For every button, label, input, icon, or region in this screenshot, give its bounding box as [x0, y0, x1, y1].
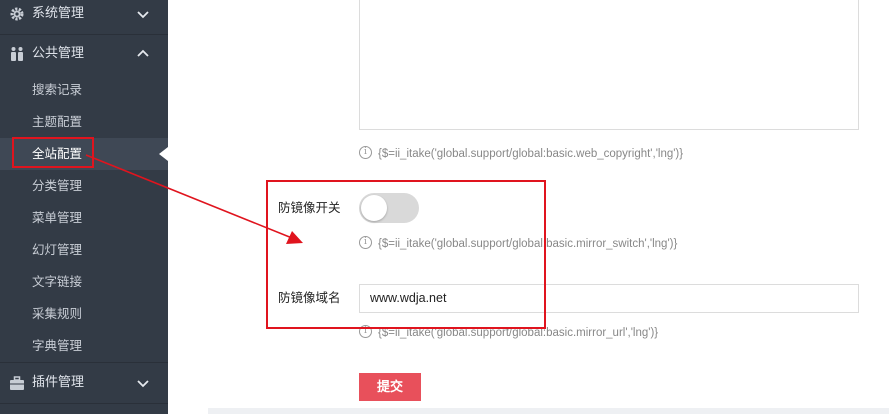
- sidebar-group-label: 插件管理: [32, 375, 85, 390]
- mirror-switch-label: 防镜像开关: [278, 200, 341, 215]
- sidebar-group-label: 系统管理: [32, 6, 85, 21]
- copyright-hint: i {$=ii_itake('global.support/global:basi…: [359, 145, 683, 161]
- active-indicator: [159, 147, 168, 161]
- sidebar-item-category[interactable]: 分类管理: [0, 170, 168, 202]
- sidebar-item-label: 采集规则: [32, 306, 83, 321]
- main-content: i {$=ii_itake('global.support/global:basi…: [168, 0, 889, 414]
- sidebar-item-label: 字典管理: [32, 338, 83, 353]
- chevron-down-icon: [137, 380, 149, 388]
- gear-icon: [10, 7, 24, 21]
- sidebar-item-label: 搜索记录: [32, 82, 83, 97]
- mirror-switch-hint: i {$=ii_itake('global.support/global:basi…: [359, 235, 677, 251]
- sidebar-item-label: 菜单管理: [32, 210, 83, 225]
- sidebar-group-system[interactable]: 系统管理: [0, 0, 168, 35]
- sidebar-group-public[interactable]: 公共管理: [0, 33, 168, 75]
- sidebar-item-theme-config[interactable]: 主题配置: [0, 106, 168, 138]
- info-icon: i: [359, 325, 372, 338]
- hint-text: {$=ii_itake('global.support/global:basic…: [378, 238, 678, 250]
- sidebar-item-menu[interactable]: 菜单管理: [0, 202, 168, 234]
- sidebar: 系统管理 公共管理 搜索记录 主题配置 全站配置 分类管理 菜单管理 幻灯管理 …: [0, 0, 168, 414]
- footer-bar: [208, 408, 889, 414]
- sidebar-item-collect-rules[interactable]: 采集规则: [0, 298, 168, 330]
- sidebar-item-text-links[interactable]: 文字链接: [0, 266, 168, 298]
- chevron-up-icon: [137, 49, 149, 57]
- sidebar-item-site-config[interactable]: 全站配置: [0, 138, 168, 170]
- info-icon: i: [359, 146, 372, 159]
- sidebar-group-plugins[interactable]: 插件管理: [0, 362, 168, 404]
- mirror-url-label: 防镜像域名: [278, 290, 341, 305]
- people-icon: [11, 47, 23, 61]
- sidebar-item-dictionary[interactable]: 字典管理: [0, 330, 168, 362]
- sidebar-divider: [0, 403, 168, 404]
- sidebar-group-label: 公共管理: [32, 46, 85, 61]
- mirror-switch-toggle[interactable]: [359, 193, 419, 223]
- sidebar-item-label: 全站配置: [32, 146, 83, 161]
- hint-text: {$=ii_itake('global.support/global:basic…: [378, 148, 684, 160]
- sidebar-item-label: 分类管理: [32, 178, 83, 193]
- sidebar-item-label: 主题配置: [32, 114, 83, 129]
- sidebar-item-search-records[interactable]: 搜索记录: [0, 74, 168, 106]
- sidebar-item-label: 幻灯管理: [32, 242, 83, 257]
- toggle-knob: [361, 195, 387, 221]
- mirror-url-input[interactable]: www.wdja.net: [359, 284, 859, 313]
- sidebar-item-label: 文字链接: [32, 274, 83, 289]
- mirror-url-hint: i {$=ii_itake('global.support/global:basi…: [359, 324, 658, 340]
- briefcase-icon: [10, 376, 24, 390]
- submit-button[interactable]: 提交: [359, 373, 421, 401]
- hint-text: {$=ii_itake('global.support/global:basic…: [378, 327, 659, 339]
- info-icon: i: [359, 236, 372, 249]
- copyright-textarea[interactable]: [359, 0, 859, 130]
- chevron-down-icon: [137, 11, 149, 19]
- sidebar-item-slideshow[interactable]: 幻灯管理: [0, 234, 168, 266]
